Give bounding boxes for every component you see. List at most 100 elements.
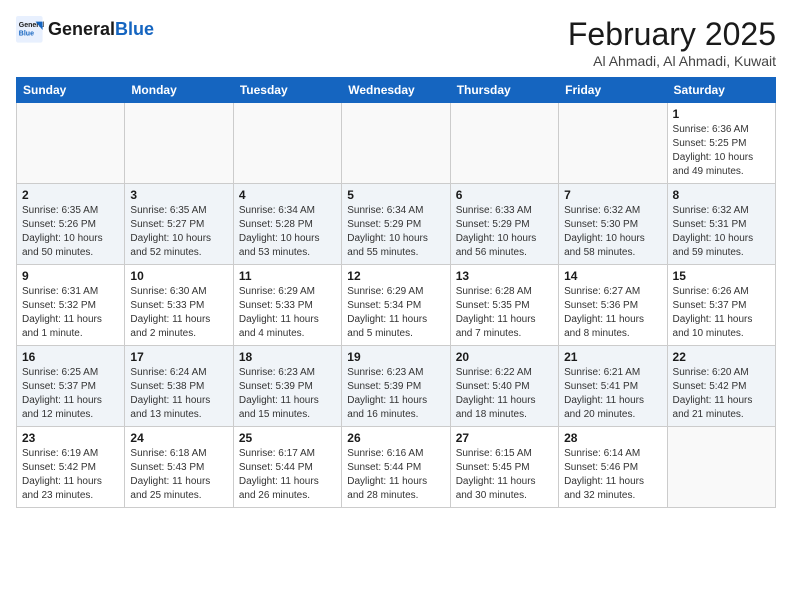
calendar-cell: 23 Sunrise: 6:19 AM Sunset: 5:42 PM Dayli…: [17, 427, 125, 508]
day-number: 14: [564, 269, 661, 283]
day-number: 10: [130, 269, 227, 283]
day-number: 17: [130, 350, 227, 364]
calendar-cell: 22 Sunrise: 6:20 AM Sunset: 5:42 PM Dayli…: [667, 346, 775, 427]
day-info: Sunrise: 6:35 AM Sunset: 5:26 PM Dayligh…: [22, 204, 119, 260]
day-info: Sunrise: 6:22 AM Sunset: 5:40 PM Dayligh…: [456, 366, 553, 422]
day-info: Sunrise: 6:23 AM Sunset: 5:39 PM Dayligh…: [239, 366, 336, 422]
day-info: Sunrise: 6:18 AM Sunset: 5:43 PM Dayligh…: [130, 447, 227, 503]
day-number: 12: [347, 269, 444, 283]
day-info: Sunrise: 6:30 AM Sunset: 5:33 PM Dayligh…: [130, 285, 227, 341]
calendar-cell: 9 Sunrise: 6:31 AM Sunset: 5:32 PM Daylig…: [17, 265, 125, 346]
day-info: Sunrise: 6:14 AM Sunset: 5:46 PM Dayligh…: [564, 447, 661, 503]
calendar-cell: 20 Sunrise: 6:22 AM Sunset: 5:40 PM Dayli…: [450, 346, 558, 427]
calendar-cell: 12 Sunrise: 6:29 AM Sunset: 5:34 PM Dayli…: [342, 265, 450, 346]
calendar-cell: [450, 103, 558, 184]
day-number: 18: [239, 350, 336, 364]
calendar-cell: [667, 427, 775, 508]
day-info: Sunrise: 6:19 AM Sunset: 5:42 PM Dayligh…: [22, 447, 119, 503]
calendar-cell: 11 Sunrise: 6:29 AM Sunset: 5:33 PM Dayli…: [233, 265, 341, 346]
day-info: Sunrise: 6:28 AM Sunset: 5:35 PM Dayligh…: [456, 285, 553, 341]
logo-text: GeneralBlue: [48, 20, 154, 40]
day-info: Sunrise: 6:32 AM Sunset: 5:31 PM Dayligh…: [673, 204, 770, 260]
calendar-cell: 8 Sunrise: 6:32 AM Sunset: 5:31 PM Daylig…: [667, 184, 775, 265]
calendar-cell: 17 Sunrise: 6:24 AM Sunset: 5:38 PM Dayli…: [125, 346, 233, 427]
calendar-week-row: 16Sunrise: 6:25 AM Sunset: 5:37 PM Dayli…: [17, 346, 776, 427]
day-info: Sunrise: 6:26 AM Sunset: 5:37 PM Dayligh…: [673, 285, 770, 341]
calendar-cell: [233, 103, 341, 184]
calendar-cell: 5 Sunrise: 6:34 AM Sunset: 5:29 PM Daylig…: [342, 184, 450, 265]
calendar-cell: 24 Sunrise: 6:18 AM Sunset: 5:43 PM Dayli…: [125, 427, 233, 508]
day-number: 25: [239, 431, 336, 445]
day-info: Sunrise: 6:35 AM Sunset: 5:27 PM Dayligh…: [130, 204, 227, 260]
day-number: 5: [347, 188, 444, 202]
svg-text:Blue: Blue: [19, 31, 34, 38]
col-header-sunday: Sunday: [17, 78, 125, 103]
day-info: Sunrise: 6:17 AM Sunset: 5:44 PM Dayligh…: [239, 447, 336, 503]
calendar-cell: 10 Sunrise: 6:30 AM Sunset: 5:33 PM Dayli…: [125, 265, 233, 346]
calendar-cell: 14 Sunrise: 6:27 AM Sunset: 5:36 PM Dayli…: [559, 265, 667, 346]
day-info: Sunrise: 6:31 AM Sunset: 5:32 PM Dayligh…: [22, 285, 119, 341]
day-info: Sunrise: 6:32 AM Sunset: 5:30 PM Dayligh…: [564, 204, 661, 260]
calendar-week-row: 2 Sunrise: 6:35 AM Sunset: 5:26 PM Daylig…: [17, 184, 776, 265]
day-number: 27: [456, 431, 553, 445]
day-number: 1: [673, 107, 770, 121]
day-number: 8: [673, 188, 770, 202]
calendar-cell: [125, 103, 233, 184]
day-number: 28: [564, 431, 661, 445]
day-info: Sunrise: 6:23 AM Sunset: 5:39 PM Dayligh…: [347, 366, 444, 422]
day-number: 22: [673, 350, 770, 364]
col-header-saturday: Saturday: [667, 78, 775, 103]
day-info: Sunrise: 6:29 AM Sunset: 5:33 PM Dayligh…: [239, 285, 336, 341]
calendar-week-row: 1 Sunrise: 6:36 AM Sunset: 5:25 PM Daylig…: [17, 103, 776, 184]
day-info: Sunrise: 6:34 AM Sunset: 5:28 PM Dayligh…: [239, 204, 336, 260]
col-header-thursday: Thursday: [450, 78, 558, 103]
calendar-cell: [342, 103, 450, 184]
calendar-cell: 7 Sunrise: 6:32 AM Sunset: 5:30 PM Daylig…: [559, 184, 667, 265]
calendar-cell: 1 Sunrise: 6:36 AM Sunset: 5:25 PM Daylig…: [667, 103, 775, 184]
day-number: 15: [673, 269, 770, 283]
day-number: 2: [22, 188, 119, 202]
page-header: General Blue GeneralBlue February 2025 A…: [16, 16, 776, 69]
day-number: 20: [456, 350, 553, 364]
day-number: 4: [239, 188, 336, 202]
month-title: February 2025: [568, 16, 776, 53]
day-number: 9: [22, 269, 119, 283]
calendar-week-row: 23 Sunrise: 6:19 AM Sunset: 5:42 PM Dayli…: [17, 427, 776, 508]
day-info: Sunrise: 6:15 AM Sunset: 5:45 PM Dayligh…: [456, 447, 553, 503]
day-number: 24: [130, 431, 227, 445]
day-info: Sunrise: 6:29 AM Sunset: 5:34 PM Dayligh…: [347, 285, 444, 341]
calendar-cell: 16Sunrise: 6:25 AM Sunset: 5:37 PM Dayli…: [17, 346, 125, 427]
day-number: 11: [239, 269, 336, 283]
day-info: Sunrise: 6:20 AM Sunset: 5:42 PM Dayligh…: [673, 366, 770, 422]
day-number: 16: [22, 350, 119, 364]
calendar-cell: 2 Sunrise: 6:35 AM Sunset: 5:26 PM Daylig…: [17, 184, 125, 265]
calendar-cell: 21Sunrise: 6:21 AM Sunset: 5:41 PM Dayli…: [559, 346, 667, 427]
location: Al Ahmadi, Al Ahmadi, Kuwait: [568, 53, 776, 69]
calendar-cell: 27 Sunrise: 6:15 AM Sunset: 5:45 PM Dayli…: [450, 427, 558, 508]
day-number: 7: [564, 188, 661, 202]
day-info: Sunrise: 6:24 AM Sunset: 5:38 PM Dayligh…: [130, 366, 227, 422]
day-number: 21: [564, 350, 661, 364]
day-info: Sunrise: 6:36 AM Sunset: 5:25 PM Dayligh…: [673, 123, 770, 179]
calendar-cell: 26Sunrise: 6:16 AM Sunset: 5:44 PM Dayli…: [342, 427, 450, 508]
day-info: Sunrise: 6:34 AM Sunset: 5:29 PM Dayligh…: [347, 204, 444, 260]
calendar-cell: 18 Sunrise: 6:23 AM Sunset: 5:39 PM Dayli…: [233, 346, 341, 427]
day-number: 13: [456, 269, 553, 283]
day-number: 19: [347, 350, 444, 364]
day-info: Sunrise: 6:16 AM Sunset: 5:44 PM Dayligh…: [347, 447, 444, 503]
calendar-cell: 25 Sunrise: 6:17 AM Sunset: 5:44 PM Dayli…: [233, 427, 341, 508]
logo: General Blue GeneralBlue: [16, 16, 154, 44]
col-header-monday: Monday: [125, 78, 233, 103]
col-header-wednesday: Wednesday: [342, 78, 450, 103]
calendar-cell: [17, 103, 125, 184]
day-info: Sunrise: 6:27 AM Sunset: 5:36 PM Dayligh…: [564, 285, 661, 341]
day-number: 23: [22, 431, 119, 445]
logo-icon: General Blue: [16, 16, 44, 44]
calendar-cell: 28 Sunrise: 6:14 AM Sunset: 5:46 PM Dayli…: [559, 427, 667, 508]
calendar-cell: 19 Sunrise: 6:23 AM Sunset: 5:39 PM Dayli…: [342, 346, 450, 427]
calendar-week-row: 9 Sunrise: 6:31 AM Sunset: 5:32 PM Daylig…: [17, 265, 776, 346]
calendar-table: SundayMondayTuesdayWednesdayThursdayFrid…: [16, 77, 776, 508]
calendar-header-row: SundayMondayTuesdayWednesdayThursdayFrid…: [17, 78, 776, 103]
col-header-friday: Friday: [559, 78, 667, 103]
calendar-cell: 6Sunrise: 6:33 AM Sunset: 5:29 PM Daylig…: [450, 184, 558, 265]
